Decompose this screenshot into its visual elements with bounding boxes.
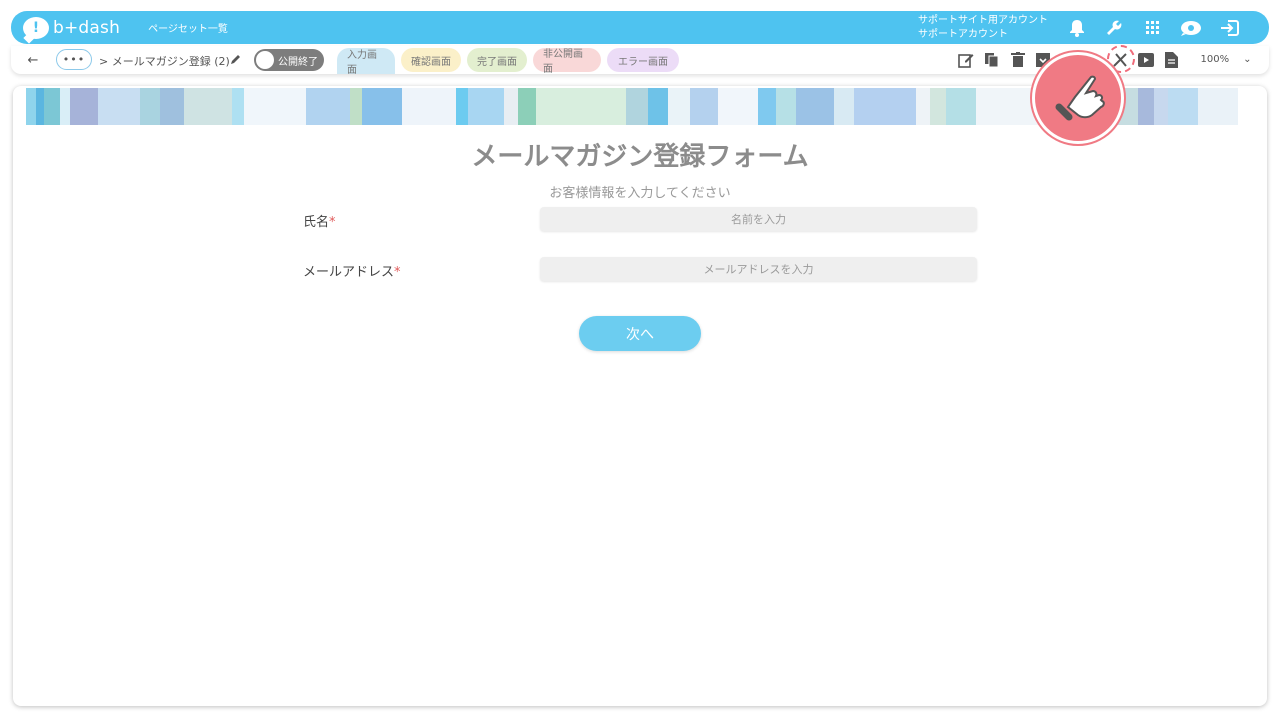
logo-bubble-icon: ! (23, 16, 49, 39)
account-line2: サポートアカウント (918, 29, 1008, 40)
app-header: ! b+dash ページセット一覧 サポートサイト用アカウント サポートアカウン… (11, 11, 1269, 44)
trash-icon[interactable] (1008, 50, 1028, 70)
chevron-down-icon: ⌄ (1243, 54, 1252, 65)
zoom-select[interactable]: 100% ⌄ (1191, 49, 1261, 70)
logo-text: b+dash (53, 17, 121, 38)
account-info[interactable]: サポートサイト用アカウント サポートアカウント (918, 14, 1048, 42)
next-button[interactable]: 次へ (579, 316, 701, 351)
more-button[interactable]: ••• (56, 49, 92, 70)
breadcrumb: > メールマガジン登録 (2) (99, 55, 230, 68)
back-arrow-icon[interactable]: ← (23, 50, 43, 70)
pointing-hand-icon (1032, 52, 1124, 144)
document-icon[interactable] (1161, 50, 1181, 70)
tab-error-screen[interactable]: エラー画面 (607, 48, 679, 72)
required-mark: * (394, 265, 401, 280)
tab-complete-screen[interactable]: 完了画面 (467, 48, 527, 72)
tab-input-screen[interactable]: 入力画面 (337, 48, 395, 76)
toggle-label: 公開終了 (278, 57, 318, 68)
form-subtitle: お客様情報を入力してください (549, 186, 731, 201)
edit-icon[interactable] (956, 50, 976, 70)
tab-private-screen[interactable]: 非公開画面 (533, 48, 601, 75)
email-label-text: メールアドレス (303, 265, 395, 280)
zoom-value: 100% (1200, 54, 1230, 65)
account-line1: サポートサイト用アカウント (918, 15, 1048, 26)
copy-icon[interactable] (982, 50, 1002, 70)
pageset-list-link[interactable]: ページセット一覧 (148, 20, 228, 35)
wrench-icon[interactable] (1102, 16, 1126, 40)
required-mark: * (329, 215, 336, 230)
preview-icon[interactable] (1136, 50, 1156, 70)
email-input[interactable] (540, 257, 977, 281)
name-input[interactable] (540, 207, 977, 231)
logout-icon[interactable] (1218, 16, 1242, 40)
notification-cloud-icon[interactable] (1179, 16, 1203, 40)
bell-icon[interactable] (1065, 16, 1089, 40)
email-label: メールアドレス* (303, 261, 401, 280)
name-label-text: 氏名 (303, 215, 330, 230)
name-label: 氏名* (303, 211, 336, 230)
toggle-knob (256, 51, 274, 69)
publish-toggle[interactable]: 公開終了 (254, 49, 324, 71)
logo[interactable]: ! b+dash (23, 16, 121, 39)
page-canvas: メールマガジン登録フォーム お客様情報を入力してください 氏名* メールアドレス… (13, 86, 1267, 706)
pencil-icon[interactable] (228, 51, 244, 67)
tab-confirm-screen[interactable]: 確認画面 (401, 48, 461, 72)
grid-icon[interactable] (1141, 16, 1165, 40)
